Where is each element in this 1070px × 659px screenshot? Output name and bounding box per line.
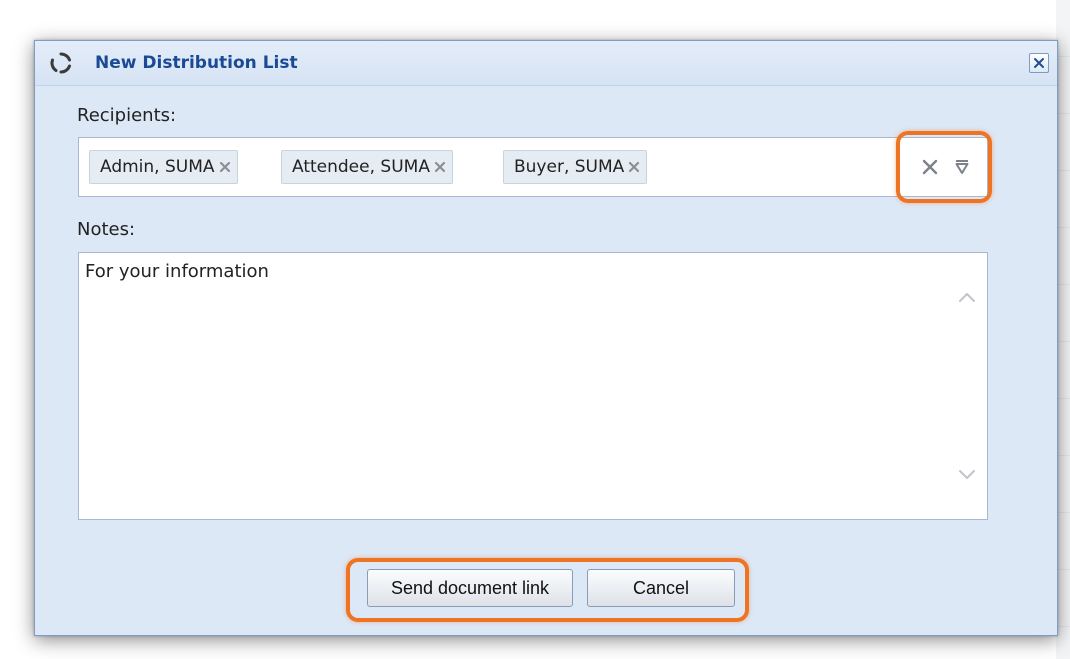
dialog-title: New Distribution List: [95, 53, 298, 73]
dialog-titlebar[interactable]: New Distribution List: [35, 41, 1057, 86]
close-icon: [1034, 58, 1044, 68]
background-page-edge: [1056, 0, 1070, 659]
recipient-chip-label: Admin, SUMA: [100, 157, 215, 177]
remove-x-icon[interactable]: [628, 161, 640, 173]
recipient-chip-admin[interactable]: Admin, SUMA: [89, 150, 238, 184]
loading-circle-icon: [49, 51, 73, 75]
scroll-down-icon[interactable]: [957, 467, 977, 481]
notes-textarea[interactable]: For your information: [78, 252, 988, 520]
recipient-chip-label: Attendee, SUMA: [292, 157, 430, 177]
recipients-label: Recipients:: [77, 105, 177, 126]
highlight-field-controls: [896, 131, 992, 203]
new-distribution-list-dialog: New Distribution List Recipients: Admin,…: [34, 40, 1058, 636]
scroll-up-icon[interactable]: [957, 289, 977, 303]
close-button[interactable]: [1029, 53, 1049, 73]
recipient-chip-label: Buyer, SUMA: [514, 157, 625, 177]
notes-text: For your information: [85, 261, 269, 282]
remove-x-icon[interactable]: [434, 161, 446, 173]
recipients-field[interactable]: Admin, SUMA Attendee, SUMA Buyer, SUMA: [78, 137, 988, 197]
notes-label: Notes:: [77, 219, 136, 240]
highlight-action-buttons: [346, 558, 749, 622]
recipient-chip-attendee[interactable]: Attendee, SUMA: [281, 150, 453, 184]
remove-x-icon[interactable]: [219, 161, 231, 173]
recipient-chip-buyer[interactable]: Buyer, SUMA: [503, 150, 648, 184]
